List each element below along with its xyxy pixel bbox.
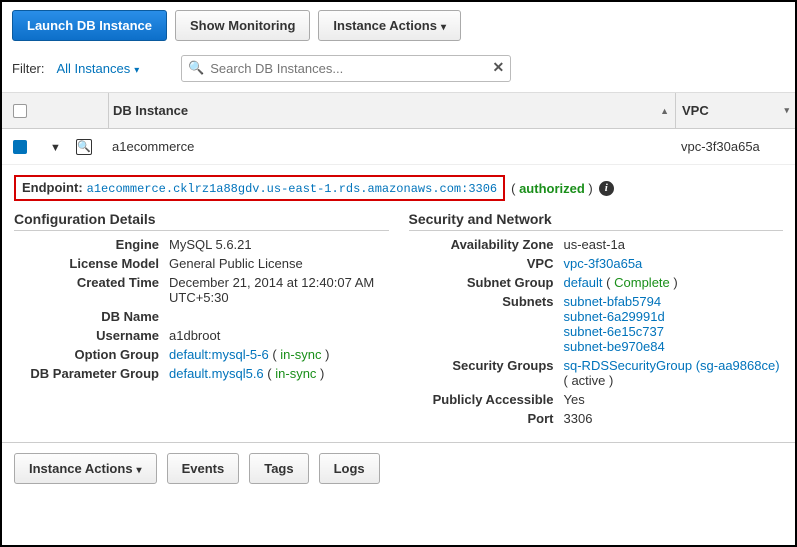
config-title: Configuration Details	[14, 211, 389, 231]
subnet-link[interactable]: subnet-bfab5794	[564, 294, 784, 309]
sort-icon: ▾	[784, 105, 789, 116]
subnet-link[interactable]: subnet-be970e84	[564, 339, 784, 354]
chevron-down-icon: ▾	[134, 65, 139, 76]
public-value: Yes	[564, 392, 784, 407]
endpoint-highlight: Endpoint: a1ecommerce.cklrz1a88gdv.us-ea…	[14, 175, 505, 201]
az-value: us-east-1a	[564, 237, 784, 252]
port-value: 3306	[564, 411, 784, 426]
instance-actions-bottom-button[interactable]: Instance Actions▾	[14, 453, 157, 484]
logs-button[interactable]: Logs	[319, 453, 380, 484]
select-all-checkbox[interactable]	[13, 104, 27, 118]
endpoint-status: ( authorized )	[511, 181, 593, 196]
dbname-value	[169, 309, 389, 324]
expand-toggle[interactable]: ▼	[50, 142, 61, 154]
column-db-instance[interactable]: DB Instance▲	[108, 93, 675, 128]
search-icon: 🔍	[188, 60, 204, 76]
option-group-value: default:mysql-5-6 ( in-sync )	[169, 347, 389, 362]
subnet-link[interactable]: subnet-6e15c737	[564, 324, 784, 339]
table-row[interactable]: ▼ 🔍 a1ecommerce vpc-3f30a65a	[2, 129, 795, 165]
chevron-down-icon: ▾	[137, 465, 142, 476]
show-monitoring-button[interactable]: Show Monitoring	[175, 10, 310, 41]
filter-label: Filter:	[12, 61, 45, 76]
launch-db-button[interactable]: Launch DB Instance	[12, 10, 167, 41]
engine-value: MySQL 5.6.21	[169, 237, 389, 252]
security-title: Security and Network	[409, 211, 784, 231]
config-panel: Configuration Details EngineMySQL 5.6.21…	[14, 211, 389, 430]
sort-asc-icon: ▲	[660, 106, 669, 116]
subnets-list: subnet-bfab5794 subnet-6a29991d subnet-6…	[564, 294, 784, 354]
table-header: DB Instance▲ VPC▾	[2, 93, 795, 129]
endpoint-label: Endpoint:	[22, 180, 83, 195]
clear-icon[interactable]: ✕	[493, 59, 505, 76]
vpc-value: vpc-3f30a65a	[675, 139, 795, 154]
instance-actions-button[interactable]: Instance Actions ▾	[318, 10, 461, 41]
username-value: a1dbroot	[169, 328, 389, 343]
created-value: December 21, 2014 at 12:40:07 AM UTC+5:3…	[169, 275, 389, 305]
vpc-link[interactable]: vpc-3f30a65a	[564, 256, 784, 271]
search-input[interactable]	[181, 55, 511, 82]
license-value: General Public License	[169, 256, 389, 271]
subnet-group-value: default ( Complete )	[564, 275, 784, 290]
events-button[interactable]: Events	[167, 453, 240, 484]
inspect-icon[interactable]: 🔍	[76, 139, 92, 155]
security-group-value: sq-RDSSecurityGroup (sg-aa9868ce)( activ…	[564, 358, 784, 388]
security-panel: Security and Network Availability Zoneus…	[409, 211, 784, 430]
chevron-down-icon: ▾	[441, 22, 446, 33]
info-icon[interactable]: i	[599, 181, 614, 196]
subnet-link[interactable]: subnet-6a29991d	[564, 309, 784, 324]
filter-dropdown[interactable]: All Instances▾	[57, 61, 140, 76]
filter-value: All Instances	[57, 61, 131, 76]
endpoint-value: a1ecommerce.cklrz1a88gdv.us-east-1.rds.a…	[87, 182, 497, 196]
instance-actions-label: Instance Actions	[333, 18, 437, 33]
db-instance-name: a1ecommerce	[108, 139, 675, 154]
row-checkbox[interactable]	[13, 140, 27, 154]
column-vpc[interactable]: VPC▾	[675, 93, 795, 128]
tags-button[interactable]: Tags	[249, 453, 308, 484]
param-group-value: default.mysql5.6 ( in-sync )	[169, 366, 389, 381]
